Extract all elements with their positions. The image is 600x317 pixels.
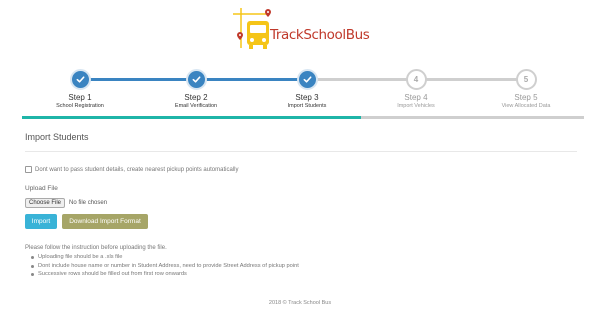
step-4-circle: 4 — [405, 69, 427, 90]
check-icon — [303, 76, 311, 83]
check-icon — [76, 76, 84, 83]
step-1-label: School Registration — [56, 103, 104, 109]
form-actions: Import Download Import Format — [25, 214, 148, 229]
bullet-icon — [31, 273, 34, 276]
step-4-title: Step 4 — [404, 93, 428, 102]
school-bus-map-pin-icon — [233, 8, 271, 49]
step-import-students: Step 3 Import Students — [252, 64, 362, 109]
auto-pickup-option[interactable]: Dont want to pass student details, creat… — [25, 166, 238, 173]
import-button[interactable]: Import — [25, 214, 57, 229]
section-divider — [25, 151, 577, 152]
step-5-title: Step 5 — [514, 93, 538, 102]
brand-logo: TrackSchoolBus — [228, 8, 378, 52]
auto-pickup-label: Dont want to pass student details, creat… — [35, 166, 239, 173]
step-2-label: Email Verification — [174, 103, 218, 109]
step-2-circle — [185, 69, 207, 90]
file-input[interactable]: Choose File No file chosen — [25, 198, 107, 208]
auto-pickup-checkbox[interactable] — [25, 166, 32, 173]
list-item: Successive rows should be filled out fro… — [31, 270, 299, 279]
step-2-title: Step 2 — [184, 93, 208, 102]
brand-name: TrackSchoolBus — [270, 27, 370, 43]
progress-fill — [22, 116, 361, 119]
wizard-stepper: Step 1 School Registration Step 2 Email … — [0, 64, 600, 114]
wizard-progress-bar — [22, 116, 584, 119]
section-title: Import Students — [25, 132, 89, 142]
file-status: No file chosen — [69, 200, 108, 206]
bullet-icon — [31, 264, 34, 268]
download-import-format-button[interactable]: Download Import Format — [62, 214, 148, 229]
list-item: Uploading file should be a .xls file — [31, 253, 299, 262]
list-item: Dont include house name or number in Stu… — [31, 262, 299, 271]
step-view-allocated-data: 5 Step 5 View Allocated Data — [471, 64, 581, 109]
step-4-label: Import Vehicles — [397, 103, 435, 109]
step-email-verification: Step 2 Email Verification — [141, 64, 251, 109]
choose-file-button[interactable]: Choose File — [25, 198, 66, 208]
footer-copyright: 2018 © Track School Bus — [268, 300, 332, 306]
check-icon — [192, 76, 200, 83]
step-import-vehicles: 4 Step 4 Import Vehicles — [361, 64, 471, 109]
bullet-icon — [31, 256, 34, 259]
upload-file-label: Upload File — [25, 185, 58, 192]
step-3-circle — [296, 69, 318, 90]
instruction-text: Uploading file should be a .xls file — [38, 254, 123, 260]
step-5-circle: 5 — [515, 69, 537, 90]
instructions-intro: Please follow the instruction before upl… — [25, 245, 167, 251]
instruction-text: Dont include house name or number in Stu… — [38, 262, 299, 269]
step-1-title: Step 1 — [68, 93, 92, 102]
step-3-label: Import Students — [287, 103, 327, 109]
step-5-label: View Allocated Data — [501, 103, 551, 109]
step-3-title: Step 3 — [295, 93, 319, 102]
step-1-circle — [69, 69, 91, 90]
instructions-list: Uploading file should be a .xls file Don… — [31, 253, 299, 279]
step-school-registration: Step 1 School Registration — [25, 64, 135, 109]
instruction-text: Successive rows should be filled out fro… — [38, 271, 187, 277]
